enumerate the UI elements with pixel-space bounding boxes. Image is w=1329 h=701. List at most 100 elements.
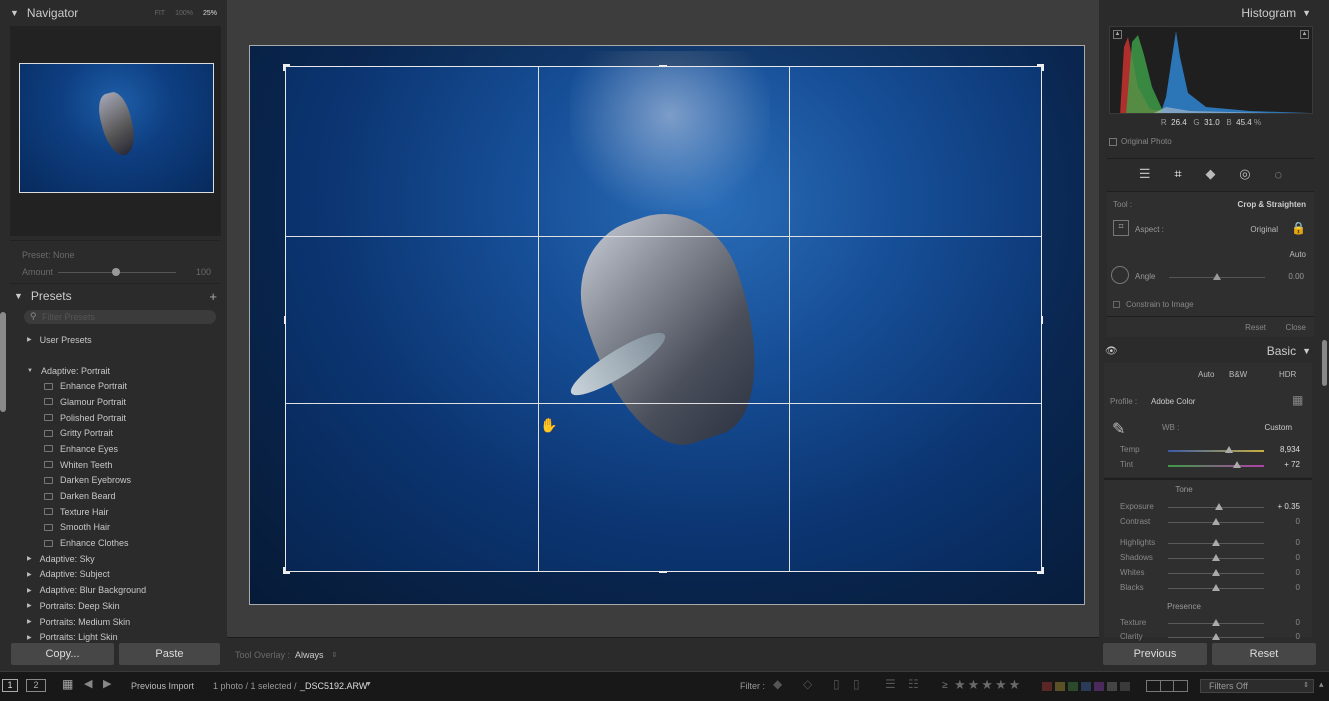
presets-header[interactable]: ▼ Presets + bbox=[10, 286, 221, 306]
color-purple-swatch[interactable] bbox=[1094, 682, 1104, 691]
histogram-header[interactable]: Histogram ▼ bbox=[1099, 0, 1321, 26]
master-icon[interactable] bbox=[1147, 681, 1161, 691]
navigator-thumbnail[interactable] bbox=[19, 63, 214, 193]
checkbox-icon[interactable] bbox=[1113, 301, 1120, 308]
highlight-clipping-icon[interactable]: ▲ bbox=[1300, 30, 1309, 39]
chevron-down-icon[interactable]: ▼ bbox=[365, 681, 372, 688]
slider-row-tint[interactable]: Tint + 72 bbox=[1104, 458, 1312, 473]
preset-item[interactable]: Glamour Portrait bbox=[20, 394, 220, 410]
navigator-header[interactable]: ▼ Navigator FIT 100% 25% bbox=[0, 0, 227, 26]
healing-eraser-icon[interactable]: ◆ bbox=[1205, 166, 1215, 182]
color-red-swatch[interactable] bbox=[1042, 682, 1052, 691]
crop-handle-top[interactable] bbox=[659, 65, 667, 67]
aspect-select[interactable]: Original bbox=[1250, 225, 1278, 234]
crop-handle-left[interactable] bbox=[284, 316, 286, 324]
slider-knob[interactable] bbox=[1212, 584, 1220, 591]
constrain-checkbox[interactable]: Constrain to Image bbox=[1113, 300, 1194, 309]
collapsed-triangle-icon[interactable]: ▶ bbox=[27, 618, 32, 625]
flag-pick-icon[interactable]: ◆ bbox=[773, 677, 782, 691]
add-preset-button[interactable]: + bbox=[209, 289, 217, 304]
left-scrollbar[interactable] bbox=[0, 312, 6, 412]
crop-icon[interactable]: ⌗ bbox=[1174, 166, 1181, 182]
color-green-swatch[interactable] bbox=[1068, 682, 1078, 691]
preset-item[interactable]: Texture Hair bbox=[20, 504, 220, 520]
slider-knob[interactable] bbox=[1212, 518, 1220, 525]
zoom-fit[interactable]: FIT bbox=[155, 10, 166, 17]
slider-row-whites[interactable]: Whites 0 bbox=[1104, 566, 1312, 581]
bw-button[interactable]: B&W bbox=[1229, 370, 1247, 379]
slider-knob[interactable] bbox=[1212, 633, 1220, 640]
previous-button[interactable]: Previous bbox=[1103, 643, 1207, 665]
preset-item[interactable]: Smooth Hair bbox=[20, 520, 220, 536]
preset-item[interactable]: Enhance Clothes bbox=[20, 535, 220, 551]
masking-icon[interactable]: ◌ bbox=[1274, 167, 1282, 182]
kind-filter[interactable] bbox=[1146, 680, 1188, 692]
screen-2-button[interactable]: 2 bbox=[26, 679, 46, 692]
slider-knob[interactable] bbox=[1212, 569, 1220, 576]
slider-knob[interactable] bbox=[1225, 446, 1234, 453]
amount-slider-knob[interactable] bbox=[112, 268, 120, 276]
color-blue-swatch[interactable] bbox=[1081, 682, 1091, 691]
preset-group[interactable]: ▶ Portraits: Medium Skin bbox=[20, 614, 220, 630]
paste-button[interactable]: Paste bbox=[119, 643, 220, 665]
crop-reset-button[interactable]: Reset bbox=[1245, 323, 1266, 332]
basic-auto-button[interactable]: Auto bbox=[1198, 370, 1214, 379]
preset-item[interactable]: Whiten Teeth bbox=[20, 457, 220, 473]
collapse-triangle-icon[interactable]: ▼ bbox=[1302, 346, 1311, 356]
tool-overlay-select[interactable]: Always bbox=[295, 650, 324, 660]
rating-operator[interactable]: ≥ bbox=[942, 680, 948, 691]
navigator-preview-area[interactable] bbox=[10, 26, 221, 236]
photo[interactable]: ✋ bbox=[249, 45, 1085, 605]
expanded-triangle-icon[interactable]: ▼ bbox=[27, 368, 33, 374]
slider-row-exposure[interactable]: Exposure + 0.35 bbox=[1104, 500, 1312, 515]
slider-track[interactable] bbox=[1168, 465, 1264, 467]
slider-row-shadows[interactable]: Shadows 0 bbox=[1104, 551, 1312, 566]
unflagged-icon[interactable]: ▯ bbox=[853, 677, 860, 691]
preset-group[interactable]: ▼ Adaptive: Portrait bbox=[20, 363, 220, 379]
hdr-button[interactable]: HDR bbox=[1279, 370, 1296, 379]
checkbox-icon[interactable] bbox=[1109, 137, 1117, 146]
forward-arrow-icon[interactable]: ▶ bbox=[103, 677, 111, 690]
crop-handle-bottom-left[interactable] bbox=[283, 567, 290, 574]
collapse-triangle-icon[interactable]: ▼ bbox=[14, 291, 23, 301]
red-eye-icon[interactable]: ◎ bbox=[1239, 166, 1250, 182]
preset-item[interactable]: Enhance Eyes bbox=[20, 441, 220, 457]
back-arrow-icon[interactable]: ◀ bbox=[84, 677, 92, 690]
basic-header[interactable]: 👁 Basic ▼ bbox=[1099, 340, 1321, 362]
collapse-triangle-icon[interactable]: ▼ bbox=[1302, 8, 1311, 18]
crop-handle-bottom[interactable] bbox=[659, 571, 667, 573]
collapsed-triangle-icon[interactable]: ▶ bbox=[27, 634, 32, 641]
preset-item[interactable]: Gritty Portrait bbox=[20, 425, 220, 441]
slider-row-highlights[interactable]: Highlights 0 bbox=[1104, 536, 1312, 551]
auto-straighten-button[interactable]: Auto bbox=[1290, 250, 1306, 259]
crop-close-button[interactable]: Close bbox=[1286, 323, 1306, 332]
slider-knob[interactable] bbox=[1233, 461, 1242, 468]
profile-browser-icon[interactable]: ▦ bbox=[1292, 393, 1306, 407]
collapsed-triangle-icon[interactable]: ▶ bbox=[27, 555, 32, 562]
virtual-copy-icon[interactable] bbox=[1161, 681, 1175, 691]
edited-filter-icon[interactable]: ☷ bbox=[908, 677, 919, 691]
shadow-clipping-icon[interactable]: ▲ bbox=[1113, 30, 1122, 39]
preset-group[interactable]: ▶ Portraits: Deep Skin bbox=[20, 598, 220, 614]
preset-item[interactable]: Darken Beard bbox=[20, 488, 220, 504]
slider-row-blacks[interactable]: Blacks 0 bbox=[1104, 581, 1312, 596]
filename[interactable]: _DSC5192.ARW bbox=[300, 681, 367, 691]
crop-handle-bottom-right[interactable] bbox=[1037, 567, 1044, 574]
color-none-swatch[interactable] bbox=[1120, 682, 1130, 691]
screen-1-button[interactable]: 1 bbox=[2, 679, 18, 692]
filter-preset-select[interactable]: Filters Off ⇕ bbox=[1200, 679, 1314, 693]
chevron-updown-icon[interactable]: ⇕ bbox=[1303, 680, 1309, 692]
video-icon[interactable] bbox=[1174, 681, 1187, 691]
right-scrollbar[interactable] bbox=[1321, 0, 1329, 671]
slider-knob[interactable] bbox=[1212, 539, 1220, 546]
slider-knob[interactable] bbox=[1212, 554, 1220, 561]
color-gray-swatch[interactable] bbox=[1107, 682, 1117, 691]
slider-row-texture[interactable]: Texture 0 bbox=[1104, 616, 1312, 631]
aspect-crop-icon[interactable]: ⌗ bbox=[1113, 220, 1129, 236]
slider-row-contrast[interactable]: Contrast 0 bbox=[1104, 515, 1312, 530]
preset-search-input[interactable]: ⚲ Filter Presets bbox=[24, 310, 216, 324]
profile-select[interactable]: Adobe Color bbox=[1151, 397, 1195, 406]
filter-lock-icon[interactable]: ▴ bbox=[1319, 679, 1324, 690]
lock-icon[interactable]: 🔒 bbox=[1291, 221, 1306, 235]
collapsed-triangle-icon[interactable]: ▶ bbox=[27, 571, 32, 578]
